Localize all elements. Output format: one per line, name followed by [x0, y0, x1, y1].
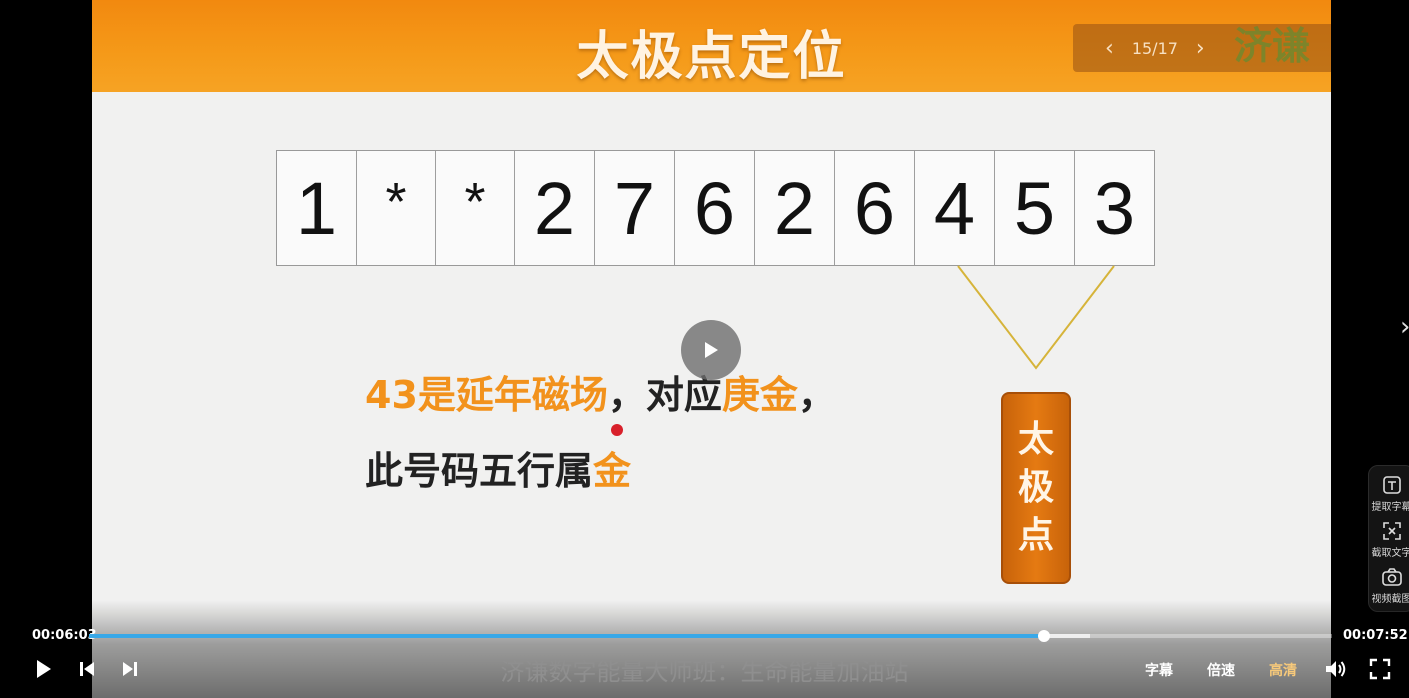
progress-played [89, 634, 1045, 638]
explanation-line-2: 此号码五行属金 [365, 449, 632, 493]
digit-cell: 5 [995, 151, 1075, 265]
taiji-point-label: 太 极 点 [1001, 392, 1071, 584]
digit-cell: 6 [675, 151, 755, 265]
chevron-left-icon: ‹ [1105, 35, 1114, 61]
center-play-button[interactable] [681, 320, 741, 380]
explanation-line-1: 43是延年磁场，对应庚金， [365, 373, 836, 417]
capture-text-button[interactable]: 截取文字 [1369, 520, 1409, 559]
fullscreen-button[interactable] [1368, 657, 1392, 681]
progress-bar[interactable] [89, 630, 1332, 642]
chevron-right-icon: › [1195, 35, 1205, 61]
watermark-logo: 济谦 [1233, 23, 1310, 68]
slide-header: 太极点定位 ‹ 15/17 › 济谦 [92, 0, 1331, 92]
subtitle-text: 济谦数字能量大师班：生命能量加油站 [500, 658, 909, 686]
current-time: 00:06:03 [32, 628, 97, 643]
digit-cell: 1 [277, 151, 357, 265]
digit-cell: 3 [1093, 166, 1136, 250]
volume-button[interactable] [1324, 657, 1348, 681]
phone-digit-row: 1 * * 2 7 6 2 6 4 5 3 [276, 150, 1155, 266]
extract-subtitle-button[interactable]: 提取字幕 [1369, 474, 1409, 513]
digit-cell: 2 [515, 151, 595, 265]
progress-handle[interactable] [1038, 630, 1051, 642]
digit-cell: 6 [835, 151, 915, 265]
laser-pointer-dot [611, 424, 623, 436]
total-time: 00:07:52 [1343, 628, 1408, 643]
play-icon [705, 342, 718, 358]
digit-cell: 2 [755, 151, 835, 265]
side-tool-panel: 提取字幕 截取文字 视频截图 [1368, 465, 1409, 612]
fullscreen-icon [1369, 658, 1391, 680]
chevron-right-icon[interactable]: › [1400, 312, 1409, 342]
subtitles-button[interactable]: 字幕 [1145, 660, 1173, 680]
digit-cell: * [357, 151, 436, 265]
digit-cell: 4 [915, 151, 995, 265]
camera-icon [1381, 568, 1402, 586]
quality-button[interactable]: 高清 [1269, 660, 1297, 680]
speed-button[interactable]: 倍速 [1207, 660, 1235, 680]
capture-text-icon [1382, 522, 1401, 540]
slide-page-count: 15/17 [1131, 38, 1178, 58]
digit-cell: * [436, 151, 515, 265]
pointer-lines [957, 265, 1115, 370]
extract-subtitle-icon [1382, 476, 1401, 494]
digit-cell: 7 [595, 151, 675, 265]
volume-icon [1326, 661, 1346, 677]
